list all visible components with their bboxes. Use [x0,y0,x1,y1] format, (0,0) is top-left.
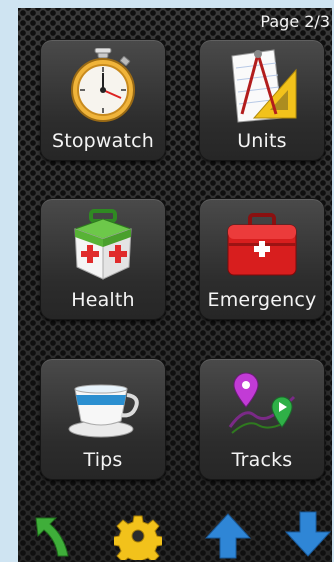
emergency-tile[interactable]: Emergency [199,198,325,320]
emergency-case-icon [227,213,297,276]
map-track-icon [228,372,296,434]
tracks-label: Tracks [231,449,293,471]
tips-tile[interactable]: Tips [40,358,166,480]
arrow-up-icon[interactable] [204,510,252,560]
health-label: Health [71,289,135,311]
units-tile[interactable]: Units [199,39,325,161]
tracks-tile[interactable]: Tracks [199,358,325,480]
stopwatch-label: Stopwatch [51,130,155,152]
gear-icon[interactable] [114,510,162,560]
app-screen: Page 2/3 Stopwatch Units Health Emergenc… [18,8,332,562]
tea-cup-icon [68,384,139,438]
back-arrow-icon[interactable] [30,510,78,560]
first-aid-kit-icon [73,209,133,280]
health-tile[interactable]: Health [40,198,166,320]
page-indicator: Page 2/3 [260,12,330,31]
arrow-down-icon[interactable] [284,510,332,560]
stopwatch-icon [71,48,135,122]
stopwatch-tile[interactable]: Stopwatch [40,39,166,161]
tips-label: Tips [83,449,123,471]
bottom-toolbar [18,504,332,562]
emergency-label: Emergency [207,289,317,311]
drafting-tools-icon [231,49,297,123]
units-label: Units [237,130,287,152]
